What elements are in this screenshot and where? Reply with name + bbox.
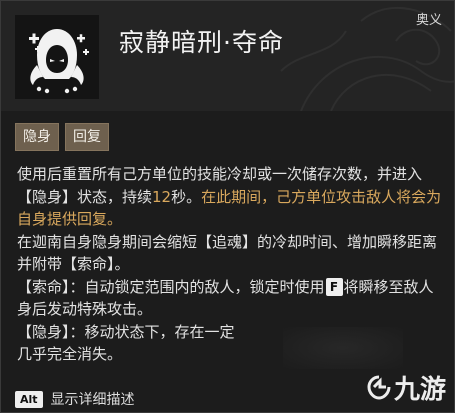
detail-toggle-label: 显示详细描述 xyxy=(50,392,135,408)
hooded-assassin-icon xyxy=(29,29,89,94)
skill-type-label: 奥义 xyxy=(415,13,442,28)
tag-stealth: 隐身 xyxy=(15,123,59,151)
detail-toggle[interactable]: Alt 显示详细描述 xyxy=(15,389,135,409)
alt-key-icon: Alt xyxy=(15,390,43,408)
tooltip-header: 寂静暗刑·夺命 奥义 xyxy=(1,1,454,111)
skill-tags: 隐身 回复 xyxy=(15,123,109,151)
obscured-region xyxy=(283,327,403,369)
f-key-icon: F xyxy=(325,277,343,296)
skill-title: 寂静暗刑·夺命 xyxy=(119,28,284,57)
tag-recovery: 回复 xyxy=(65,123,109,151)
description-paragraph-2: 在迦南自身隐身期间会缩短【追魂】的冷却时间、增加瞬移距离并附带【索命】。 xyxy=(17,232,438,274)
skill-icon-frame xyxy=(15,15,99,99)
desc-text: 秒。 xyxy=(171,187,202,206)
watermark-logo-icon xyxy=(367,375,391,400)
description-paragraph-1: 使用后重置所有己方单位的技能冷却或一次储存次数，并进入【隐身】状态，持续12秒。… xyxy=(17,163,447,231)
skill-tooltip: 寂静暗刑·夺命 奥义 隐身 回复 使用后重置所有己方单位的技能冷却或一次储存次数… xyxy=(0,0,455,413)
watermark-text: 九游 xyxy=(393,375,446,405)
description-paragraph-3: 【索命】：自动锁定范围内的敌人，锁定时使用 F 将瞬移至敌人身后发动特殊攻击。 xyxy=(17,276,447,321)
duration-value: 12 xyxy=(152,187,172,206)
desc-text: 【索命】：自动锁定范围内的敌人，锁定时使用 xyxy=(17,277,325,296)
watermark: 九游 xyxy=(366,369,446,406)
